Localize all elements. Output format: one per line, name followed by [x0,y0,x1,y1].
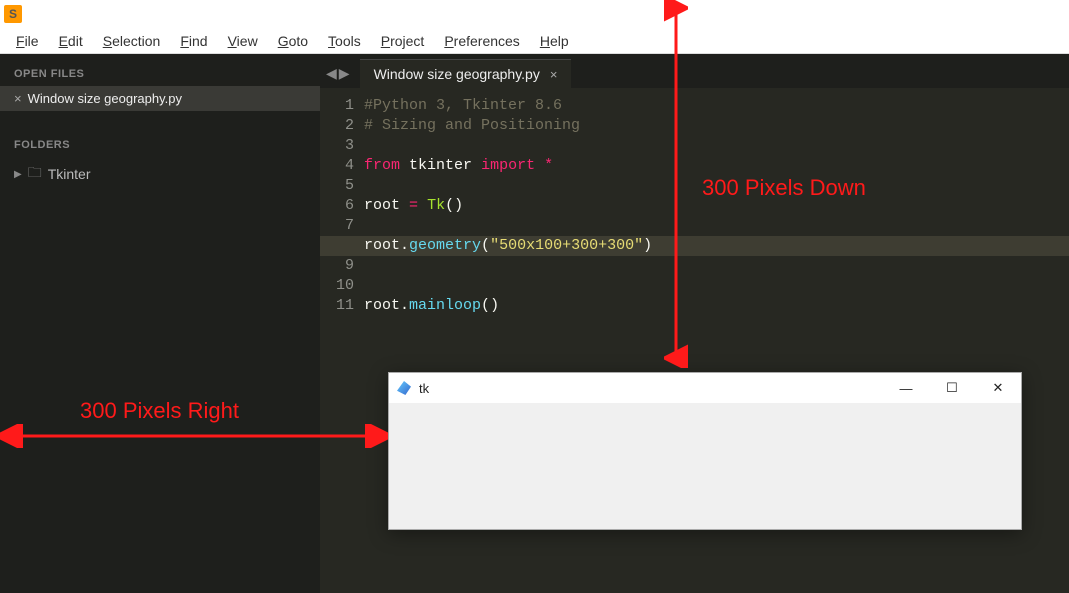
tk-maximize-button[interactable]: ☐ [929,373,975,403]
menu-preferences[interactable]: Preferences [434,31,530,51]
menu-edit[interactable]: Edit [49,31,93,51]
folder-name: Tkinter [48,166,91,182]
expand-icon[interactable]: ▶ [14,169,22,180]
title-bar: S [0,0,1069,28]
annotation-down: 300 Pixels Down [702,175,866,201]
menu-tools[interactable]: Tools [318,31,371,51]
open-files-header: OPEN FILES [0,62,320,86]
tab-close-icon[interactable]: × [550,67,558,82]
open-file-name: Window size geography.py [28,91,182,106]
tab-label: Window size geography.py [374,66,540,82]
sidebar: OPEN FILES × Window size geography.py FO… [0,54,320,593]
tab-prev-icon[interactable]: ◀ [326,65,337,82]
close-file-icon[interactable]: × [14,91,22,106]
menu-view[interactable]: View [218,31,268,51]
tab-next-icon[interactable]: ▶ [339,65,350,82]
tk-window-controls: — ☐ ✕ [883,373,1021,403]
open-file-item[interactable]: × Window size geography.py [0,86,320,111]
code-content[interactable]: #Python 3, Tkinter 8.6# Sizing and Posit… [364,88,652,316]
line-gutter: 1234567891011 [320,88,364,316]
tk-title-text: tk [419,381,429,396]
menu-file[interactable]: File [6,31,49,51]
annotation-right: 300 Pixels Right [80,398,239,424]
tab-nav[interactable]: ◀ ▶ [320,65,360,88]
folder-icon: 🗀 [28,162,42,186]
tk-icon [397,381,411,395]
tab-strip: ◀ ▶ Window size geography.py × [320,54,1069,88]
tk-titlebar[interactable]: tk — ☐ ✕ [389,373,1021,403]
folders-header: FOLDERS [0,133,320,157]
tk-minimize-button[interactable]: — [883,373,929,403]
menu-bar: FileEditSelectionFindViewGotoToolsProjec… [0,28,1069,54]
menu-selection[interactable]: Selection [93,31,171,51]
editor-tab[interactable]: Window size geography.py × [360,59,572,88]
menu-find[interactable]: Find [170,31,217,51]
menu-help[interactable]: Help [530,31,579,51]
menu-project[interactable]: Project [371,31,435,51]
code-area[interactable]: 1234567891011 #Python 3, Tkinter 8.6# Si… [320,88,1069,316]
tk-close-button[interactable]: ✕ [975,373,1021,403]
tk-window[interactable]: tk — ☐ ✕ [388,372,1022,530]
sublime-icon: S [4,5,22,23]
menu-goto[interactable]: Goto [268,31,318,51]
folder-item[interactable]: ▶ 🗀 Tkinter [0,157,320,191]
